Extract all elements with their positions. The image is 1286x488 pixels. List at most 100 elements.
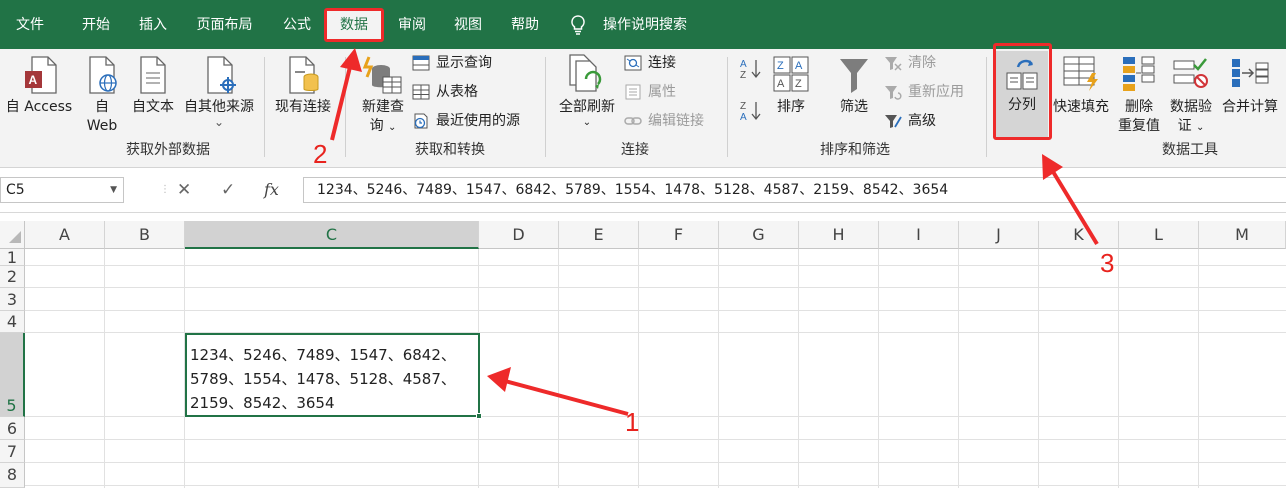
row-header-4[interactable]: 4	[0, 311, 25, 333]
svg-text:A: A	[740, 59, 747, 70]
from-text-label: 自文本	[132, 99, 174, 115]
enter-icon[interactable]: ✓	[221, 177, 235, 203]
other-sources-icon	[207, 56, 236, 94]
remove-duplicates-button[interactable]: 删除 重复值	[1114, 55, 1164, 136]
consolidate-button[interactable]: 合并计算	[1218, 55, 1282, 117]
from-other-sources-button[interactable]: 自其他来源 ⌄	[180, 55, 258, 128]
column-header-l[interactable]: L	[1119, 221, 1199, 249]
svg-text:A: A	[29, 73, 38, 87]
row-header-6[interactable]: 6	[0, 417, 25, 440]
formula-bar: C5 ▼ ⋮ ✕ ✓ fx 1234、5246、7489、1547、6842、5…	[0, 168, 1286, 213]
tab-insert[interactable]: 插入	[136, 0, 170, 49]
show-queries-label: 显示查询	[436, 55, 492, 71]
group-label-connections: 连接	[621, 142, 649, 158]
cell-c5[interactable]: 1234、5246、7489、1547、6842、 5789、1554、1478…	[185, 333, 480, 417]
row-header-8[interactable]: 8	[0, 463, 25, 488]
advanced-label: 高级	[908, 113, 936, 129]
column-header-b[interactable]: B	[105, 221, 185, 249]
fill-handle[interactable]	[476, 413, 482, 419]
column-header-d[interactable]: D	[479, 221, 559, 249]
ribbon-separator	[727, 57, 728, 157]
connections-icon	[624, 55, 642, 71]
sort-button[interactable]: Z A A Z 排序	[770, 55, 812, 117]
filter-button[interactable]: 筛选	[832, 55, 876, 117]
cancel-icon[interactable]: ✕	[177, 177, 191, 203]
remove-duplicates-label-2: 重复值	[1118, 118, 1160, 134]
column-header-e[interactable]: E	[559, 221, 639, 249]
consolidate-icon	[1232, 59, 1269, 87]
group-label-get-external: 获取外部数据	[126, 142, 210, 158]
column-header-a[interactable]: A	[25, 221, 105, 249]
existing-connections-button[interactable]: 现有连接	[270, 55, 336, 117]
from-access-label: 自 Access	[5, 99, 73, 115]
new-query-label-2: 询 ⌄	[369, 118, 397, 134]
tab-formulas[interactable]: 公式	[280, 0, 314, 49]
lightbulb-icon	[571, 15, 585, 35]
tab-help[interactable]: 帮助	[508, 0, 542, 49]
tab-page-layout[interactable]: 页面布局	[193, 0, 256, 49]
refresh-all-label: 全部刷新	[559, 99, 615, 115]
row-header-2[interactable]: 2	[0, 266, 25, 288]
tell-me-search[interactable]: 操作说明搜索	[567, 0, 697, 49]
ribbon: A 自 Access 自 Web 自文本 自其他来源 ⌄ 现有连接 获取外部数据…	[0, 49, 1286, 168]
from-text-button[interactable]: 自文本	[129, 55, 177, 117]
tab-file[interactable]: 文件	[13, 0, 47, 49]
column-header-c[interactable]: C	[185, 221, 479, 249]
ribbon-separator	[345, 57, 346, 157]
worksheet-grid[interactable]: A B C D E F G H I J K L M 1 2 3 4 5 6 7 …	[0, 213, 1286, 488]
formula-input[interactable]: 1234、5246、7489、1547、6842、5789、1554、1478、…	[303, 177, 1286, 203]
row-header-7[interactable]: 7	[0, 440, 25, 463]
grid-line	[718, 249, 719, 488]
column-header-g[interactable]: G	[719, 221, 799, 249]
name-box[interactable]: C5 ▼	[0, 177, 124, 203]
table-icon	[412, 55, 430, 71]
flash-fill-label: 快速填充	[1053, 99, 1109, 115]
group-label-sort-filter: 排序和筛选	[820, 142, 890, 158]
chevron-down-icon[interactable]: ▼	[110, 178, 117, 202]
column-header-h[interactable]: H	[799, 221, 879, 249]
column-header-i[interactable]: I	[879, 221, 959, 249]
insert-function-icon[interactable]: fx	[264, 177, 279, 203]
refresh-all-button[interactable]: 全部刷新 ⌄	[554, 53, 620, 129]
select-all-triangle-icon	[9, 231, 21, 243]
reapply-label: 重新应用	[908, 84, 964, 100]
edit-links-label: 编辑链接	[648, 113, 704, 129]
flash-fill-button[interactable]: 快速填充	[1050, 55, 1112, 117]
reapply-icon	[885, 86, 902, 100]
tab-home[interactable]: 开始	[79, 0, 113, 49]
new-query-icon	[362, 56, 402, 94]
remove-duplicates-icon	[1123, 56, 1155, 91]
highlight-text-to-columns	[993, 43, 1052, 140]
row-header-1[interactable]: 1	[0, 249, 25, 266]
filter-funnel-icon	[840, 59, 868, 93]
ribbon-separator	[545, 57, 546, 157]
tab-review[interactable]: 审阅	[395, 0, 429, 49]
column-header-m[interactable]: M	[1199, 221, 1286, 249]
column-header-j[interactable]: J	[959, 221, 1039, 249]
from-access-button[interactable]: A 自 Access	[2, 55, 76, 117]
grid-line	[104, 249, 105, 488]
new-query-button[interactable]: 新建查 询 ⌄	[355, 53, 411, 137]
properties-icon	[625, 84, 641, 100]
column-header-f[interactable]: F	[639, 221, 719, 249]
more-options-icon[interactable]: ⋮	[160, 177, 170, 203]
consolidate-label: 合并计算	[1222, 99, 1278, 115]
column-header-k[interactable]: K	[1039, 221, 1119, 249]
data-validation-label-1: 数据验	[1170, 99, 1212, 115]
grid-line	[958, 249, 959, 488]
recent-sources-label: 最近使用的源	[436, 113, 520, 129]
group-label-get-transform: 获取和转换	[415, 142, 485, 158]
from-web-button[interactable]: 自 Web	[84, 55, 120, 136]
from-web-label-2: Web	[86, 118, 118, 134]
web-globe-icon	[89, 56, 117, 94]
text-file-icon	[140, 56, 166, 94]
row-header-3[interactable]: 3	[0, 288, 25, 311]
grid-line	[25, 485, 1286, 486]
existing-connections-label: 现有连接	[275, 99, 331, 115]
tab-view[interactable]: 视图	[451, 0, 485, 49]
data-validation-label-2: 证 ⌄	[1177, 118, 1205, 134]
annotation-step-2: 2	[313, 139, 328, 169]
data-validation-button[interactable]: 数据验 证 ⌄	[1166, 55, 1216, 137]
row-header-5[interactable]: 5	[0, 333, 25, 417]
cell-c5-line-3: 2159、8542、3654	[190, 394, 335, 412]
